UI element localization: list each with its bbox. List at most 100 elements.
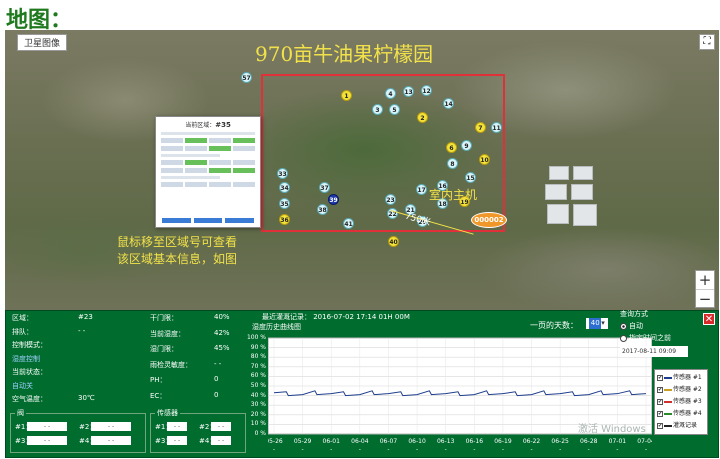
popup-row [161, 146, 255, 151]
area-marker[interactable]: 7 [475, 122, 486, 133]
popup-buttons[interactable] [162, 218, 255, 223]
x-tick-dash: - [359, 446, 361, 453]
area-marker[interactable]: 6 [446, 142, 457, 153]
area-marker[interactable]: 41 [343, 218, 354, 229]
legend-item[interactable]: ✔ 传感器 #3 [657, 396, 705, 408]
info-value: 45% [214, 344, 230, 352]
area-marker[interactable]: 10 [479, 154, 490, 165]
satellite-map[interactable]: 卫星图像 ⛶ + − 970亩牛油果柠檬园 1 2 3 4 5 6 7 8 9 10 11 12 13 1… [5, 30, 719, 310]
query-date-input[interactable]: 2017-08-11 09:09 [620, 346, 688, 357]
days-per-page-select[interactable]: 40 ▾ [586, 318, 608, 329]
zoom-control[interactable]: + − [695, 270, 715, 308]
info-value: 0 [214, 390, 219, 399]
y-tick-label: 60 % [250, 372, 266, 380]
area-marker[interactable]: 14 [443, 98, 454, 109]
query-option-before[interactable]: 指定时间之前 [620, 333, 700, 343]
zoom-in-button[interactable]: + [696, 271, 714, 289]
windows-watermark: 激活 Windows [578, 424, 646, 435]
area-marker[interactable]: 33 [277, 168, 288, 179]
host-label: 室内主机 [429, 188, 478, 202]
area-marker[interactable]: 40 [388, 236, 399, 247]
legend-item[interactable]: ✔ 传感器 #1 [657, 372, 705, 384]
area-marker[interactable]: 4 [385, 88, 396, 99]
info-label: 湿度控制 [12, 354, 40, 363]
close-icon[interactable]: ✕ [703, 313, 715, 325]
area-marker[interactable]: 57 [241, 72, 252, 83]
valve-box-title: 阀 [15, 408, 26, 418]
field-value: - - [27, 436, 67, 445]
x-tick-label: 06-01 [323, 438, 341, 445]
area-marker[interactable]: 39 [328, 194, 339, 205]
area-marker[interactable]: 12 [421, 85, 432, 96]
legend-item[interactable]: ✔ 传感器 #2 [657, 384, 705, 396]
x-tick-label: 06-04 [351, 438, 369, 445]
area-marker[interactable]: 37 [319, 182, 330, 193]
radio-icon[interactable] [620, 322, 627, 330]
hint-line: 该区域基本信息，如图 [117, 252, 238, 266]
area-marker[interactable]: 35 [279, 198, 290, 209]
y-tick-label: 80 % [250, 353, 266, 361]
chart-subtitle: 湿度历史曲线图 [252, 323, 301, 331]
info-label: 当前湿度： [150, 329, 185, 338]
checkbox-icon[interactable]: ✔ [657, 386, 663, 393]
x-tick-dash: - [502, 446, 504, 453]
area-marker[interactable]: 2 [417, 112, 428, 123]
legend-label: 灌溉记录 [673, 422, 698, 429]
area-marker[interactable]: 11 [491, 122, 502, 133]
area-marker[interactable]: 8 [447, 158, 458, 169]
legend-item[interactable]: ✔ 灌溉记录 [657, 420, 705, 432]
area-marker[interactable]: 13 [403, 86, 414, 97]
area-marker[interactable]: 36 [279, 214, 290, 225]
query-option-label: 指定时间之前 [629, 334, 671, 342]
field-value: - - [27, 422, 67, 431]
field-value: - - [91, 422, 131, 431]
info-value: 40% [214, 313, 230, 321]
y-tick-label: 30 % [250, 401, 266, 409]
info-label: 当前状态： [12, 368, 47, 376]
x-tick-label: 06-07 [380, 438, 398, 445]
area-marker[interactable]: 15 [465, 172, 476, 183]
checkbox-icon[interactable]: ✔ [657, 398, 663, 405]
host-node[interactable]: 000002 [471, 212, 507, 228]
checkbox-icon[interactable]: ✔ [657, 410, 663, 417]
hint-text: 鼠标移至区域号可查看 该区域基本信息，如图 [117, 234, 297, 268]
legend-label: 传感器 #4 [673, 410, 702, 417]
area-marker[interactable]: 34 [279, 182, 290, 193]
legend-label: 传感器 #1 [673, 374, 702, 381]
legend-swatch [664, 388, 672, 391]
satellite-view-button[interactable]: 卫星图像 [17, 34, 68, 51]
legend-swatch [664, 400, 672, 403]
x-tick-label: 06-13 [437, 438, 455, 445]
checkbox-icon[interactable]: ✔ [657, 374, 663, 381]
area-marker[interactable]: 38 [317, 204, 328, 215]
area-marker[interactable]: 9 [461, 140, 472, 151]
y-tick-label: 40 % [250, 391, 266, 399]
area-marker[interactable]: 3 [372, 104, 383, 115]
popup-row [161, 182, 255, 187]
checkbox-icon[interactable]: ✔ [657, 422, 663, 429]
legend-item[interactable]: ✔ 传感器 #4 [657, 408, 705, 420]
x-tick-dash: - [302, 446, 304, 453]
hint-line: 鼠标移至区域号可查看 [117, 235, 238, 249]
legend-swatch [664, 376, 672, 379]
x-tick-label: 06-19 [494, 438, 512, 445]
x-tick-dash: - [330, 446, 332, 453]
radio-icon[interactable] [620, 334, 627, 342]
area-marker[interactable]: 23 [385, 194, 396, 205]
humidity-chart: 05-26-05-29-06-01-06-04-06-07-06-10-06-1… [268, 337, 652, 453]
area-marker[interactable]: 17 [416, 184, 427, 195]
area-marker[interactable]: 5 [389, 104, 400, 115]
info-label: 雨检灵敏度： [150, 360, 192, 369]
area-marker[interactable]: 1 [341, 90, 352, 101]
x-tick-label: 06-16 [466, 438, 484, 445]
query-option-auto[interactable]: 自动 [620, 321, 700, 331]
chart-legend: ✔ 传感器 #1 ✔ 传感器 #2 ✔ 传感器 #3 ✔ 传感器 #4 ✔ 灌溉记录 [654, 369, 708, 435]
x-tick-dash: - [645, 446, 647, 453]
legend-swatch [664, 412, 672, 415]
fullscreen-icon[interactable]: ⛶ [699, 34, 715, 50]
x-tick-dash: - [559, 446, 561, 453]
x-tick-dash: - [616, 446, 618, 453]
zoom-out-button[interactable]: − [696, 289, 714, 308]
greenhouses [545, 166, 611, 230]
popup-row [161, 160, 255, 165]
